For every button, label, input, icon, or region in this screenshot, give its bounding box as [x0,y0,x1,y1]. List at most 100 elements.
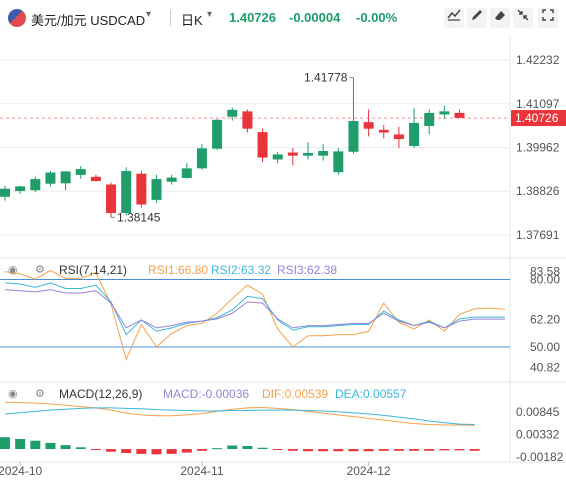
candle-body [166,177,177,182]
rsi-legend-rsi1: RSI1:66.80 [148,263,208,277]
macd-histogram-bar [196,449,207,451]
macd-histogram-bar [30,440,41,450]
macd-histogram-bar [469,449,480,451]
candle-body [409,122,420,146]
candle-body [30,179,41,191]
macd-histogram-bar [242,445,253,450]
candle-body [90,176,101,182]
macd-histogram-bar [454,449,465,451]
rsi-tick-label: 40.82 [530,361,560,375]
candle-body [60,171,71,184]
price-tick-label: 1.41097 [516,97,560,111]
candle-body [363,122,374,129]
candle-body [121,171,132,213]
macd-histogram-bar [106,449,117,452]
macd-line-dif [4,401,475,426]
time-tick-label: 2024-11 [180,464,223,478]
settings-icon: ⚙ [35,264,45,276]
low-annotation: 1.38145 [117,210,161,224]
rsi-tick-label: 83.58 [530,264,560,278]
macd-histogram-bar [60,445,71,450]
macd-histogram-bar [439,449,450,451]
candle-body [151,179,162,200]
rsi-panel: 80.0083.5862.2050.0040.82◉ ⚙ RSI(7,14,21) R… [0,257,566,375]
macd-histogram-bar [409,449,420,451]
candle-body [15,186,26,192]
macd-histogram-bar [121,449,132,453]
macd-histogram-bar [318,449,329,452]
candle-body [257,132,268,158]
candle-body [212,119,223,149]
rsi-legend-rsi2: RSI2:63.32 [211,263,271,277]
candle-body [196,148,207,169]
macd-histogram-bar [272,449,283,451]
rsi-tick-label: 62.20 [530,313,560,327]
macd-histogram-bar [45,442,56,450]
candle-body [272,154,283,160]
candle-body [333,151,344,173]
rsi-line-rsi3 [4,289,505,329]
price-tick-label: 1.42232 [516,53,560,67]
macd-histogram-bar [303,449,313,452]
rsi-line-rsi1 [4,269,505,361]
macd-histogram-bar [378,449,389,451]
macd-title: MACD(12,26,9) [59,387,142,401]
high-annotation: 1.41778 [304,71,348,85]
macd-histogram-bar [75,447,86,450]
macd-legend-dea: DEA:0.00557 [335,387,407,401]
candle-body [348,120,359,152]
candle-body [136,173,147,205]
macd-histogram-bar [393,449,404,451]
candle-body [181,168,192,178]
candle-body [0,188,10,197]
time-axis: 2024-10 2024-11 2024-12 [0,461,566,478]
macd-histogram-bar [424,449,435,451]
macd-histogram-bar [15,438,26,450]
chart-canvas[interactable]: 1.41778 1.38145 1.42232 1.41097 1.39962 1.38… [0,0,566,480]
candle-body [106,184,117,213]
time-tick-label: 2024-10 [0,464,42,478]
price-axis: 1.42232 1.41097 1.39962 1.38826 1.37691 1.407… [511,53,566,242]
macd-histogram-bar [363,449,374,452]
rsi-line-rsi2 [4,282,505,336]
price-tick-label: 1.37691 [516,228,560,242]
price-tick-label: 1.38826 [516,184,560,198]
candle-body [378,129,389,133]
macd-legend-macd: MACD:-0.00036 [163,387,249,401]
macd-histogram-bar [136,449,147,454]
candle-body [393,134,404,140]
rsi-title: RSI(7,14,21) [59,263,127,277]
candle-body [45,172,56,184]
eye-icon: ◉ [8,388,18,400]
candle-body [454,112,465,118]
last-price-tag-label: 1.40726 [515,111,559,125]
macd-histogram-bar [348,449,359,452]
candle-body [424,112,435,126]
candle-body [75,169,86,175]
macd-histogram-bar [257,447,268,450]
macd-legend-dif: DIF:0.00539 [262,387,328,401]
macd-histogram-bar [166,449,177,454]
candle-body [242,111,253,129]
time-tick-label: 2024-12 [347,464,391,478]
rsi-legend-rsi3: RSI3:62.38 [277,263,337,277]
candle-body [318,151,329,156]
candle-body [227,109,238,117]
macd-histogram-bar [227,445,238,450]
macd-histogram-bar [0,437,10,450]
macd-histogram-bar [181,449,192,453]
candle-body [439,111,450,115]
macd-tick-label: 0.00845 [516,405,560,419]
candle-body [303,152,313,156]
eye-icon: ◉ [8,264,18,276]
macd-histogram-bar [212,448,223,450]
macd-histogram-bar [90,449,101,451]
settings-icon: ⚙ [35,388,45,400]
candle-body [287,152,298,156]
rsi-tick-label: 50.00 [530,340,560,354]
macd-tick-label: 0.00332 [516,428,560,442]
macd-histogram-bar [333,449,344,452]
macd-histogram-bar [151,449,162,455]
macd-histogram-bar [287,449,298,451]
macd-panel: 0.008450.00332-0.00182◉ ⚙ MACD(12,26,9) MAC… [0,381,566,464]
